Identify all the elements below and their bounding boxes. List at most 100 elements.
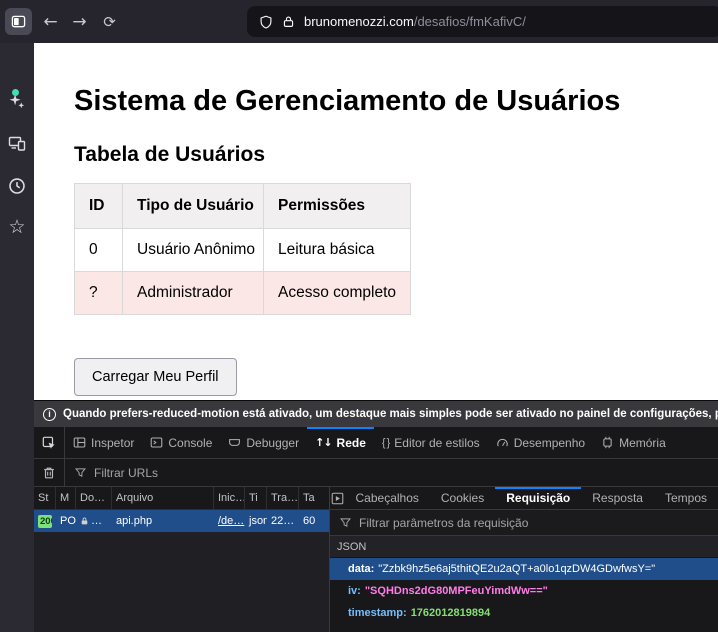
file-cell: api.php — [112, 515, 214, 527]
table-header-row: ID Tipo de Usuário Permissões — [75, 184, 411, 229]
tab-debugger[interactable]: Debugger — [220, 427, 307, 458]
ai-chatbot-button[interactable] — [0, 88, 34, 114]
funnel-icon — [339, 516, 352, 529]
pick-element-button[interactable] — [34, 427, 65, 458]
column-status[interactable]: St — [34, 487, 56, 509]
cell-id: 0 — [75, 229, 123, 272]
info-icon: i — [43, 408, 56, 421]
lock-icon[interactable] — [282, 15, 295, 28]
column-size[interactable]: Ta — [299, 487, 329, 509]
ai-sparkle-icon — [8, 92, 26, 110]
filter-urls-placeholder: Filtrar URLs — [94, 466, 158, 480]
filter-params-placeholder: Filtrar parâmetros da requisição — [359, 516, 528, 530]
tab-cabecalhos[interactable]: Cabeçalhos — [345, 487, 430, 509]
tab-label: Console — [168, 436, 212, 450]
notification-text: Quando prefers-reduced-motion está ativa… — [63, 408, 718, 420]
tab-label: Desempenho — [514, 436, 585, 450]
tab-tempos[interactable]: Tempos — [654, 487, 718, 509]
column-transferred[interactable]: Tra… — [267, 487, 299, 509]
clock-icon — [8, 177, 26, 195]
notification-dot — [12, 89, 19, 96]
tab-console[interactable]: Console — [142, 427, 220, 458]
tab-label: Rede — [337, 436, 366, 450]
domain-text: … — [91, 515, 102, 527]
url-path: /desafios/fmKafivC/ — [414, 14, 526, 29]
network-arrows-icon: ↑↓ — [315, 436, 331, 449]
browser-toolbar: ← → ⟳ brunomenozzi.com/desafios/fmKafivC… — [0, 0, 718, 43]
synced-tabs-button[interactable] — [0, 130, 34, 156]
tab-requisicao[interactable]: Requisição — [495, 487, 581, 509]
table-row-highlighted: ? Administrador Acesso completo — [75, 272, 411, 315]
network-toolbar: Filtrar URLs — [34, 459, 718, 487]
tab-resposta[interactable]: Resposta — [581, 487, 654, 509]
json-section-header[interactable]: JSON — [330, 536, 718, 558]
filter-request-params-input[interactable]: Filtrar parâmetros da requisição — [330, 510, 718, 536]
braces-icon: { } — [382, 437, 389, 449]
header-tipo: Tipo de Usuário — [123, 184, 264, 229]
shield-icon[interactable] — [259, 15, 273, 29]
param-key: timestamp: — [348, 607, 407, 619]
request-list-columns: St M Do… Arquivo Inic… Ti Tra… Ta — [34, 487, 329, 510]
tab-label: Memória — [619, 436, 666, 450]
sidebar-icon — [11, 14, 26, 29]
performance-analysis-button[interactable] — [330, 487, 345, 509]
url-text: brunomenozzi.com/desafios/fmKafivC/ — [304, 14, 526, 29]
tab-cookies[interactable]: Cookies — [430, 487, 495, 509]
reload-button[interactable]: ⟳ — [96, 8, 123, 35]
history-button[interactable] — [0, 173, 34, 199]
cell-tipo: Usuário Anônimo — [123, 229, 264, 272]
back-button[interactable]: ← — [37, 8, 64, 35]
type-cell: json — [245, 515, 267, 527]
initiator-cell: /de… — [214, 515, 245, 527]
page-subtitle: Tabela de Usuários — [74, 143, 265, 167]
tab-editor-de-estilos[interactable]: { } Editor de estilos — [374, 427, 488, 458]
request-list: St M Do… Arquivo Inic… Ti Tra… Ta 200 PO… — [34, 487, 330, 632]
initiator-link[interactable]: /de… — [218, 515, 244, 527]
play-box-icon — [331, 492, 344, 505]
request-row-selected[interactable]: 200 POST … api.php /de… json 22… 60 — [34, 510, 329, 532]
request-details-panel: Cabeçalhos Cookies Requisição Resposta T… — [330, 487, 718, 632]
column-initiator[interactable]: Inic… — [214, 487, 245, 509]
details-tabs: Cabeçalhos Cookies Requisição Resposta T… — [330, 487, 718, 510]
firefox-sidebar-rail: ☆ — [0, 43, 34, 632]
status-cell: 200 — [34, 515, 56, 528]
method-cell: POST — [56, 515, 76, 527]
url-bar[interactable]: brunomenozzi.com/desafios/fmKafivC/ — [247, 6, 718, 37]
param-row-timestamp[interactable]: timestamp: 1762012819894 — [330, 602, 718, 624]
column-domain[interactable]: Do… — [76, 487, 112, 509]
tab-desempenho[interactable]: Desempenho — [488, 427, 593, 458]
sidebar-toggle-button[interactable] — [5, 8, 32, 35]
param-value: 1762012819894 — [411, 607, 491, 619]
tab-rede[interactable]: ↑↓ Rede — [307, 427, 374, 458]
param-row-iv[interactable]: iv: "SQHDns2dG80MPFeuYimdWw==" — [330, 580, 718, 602]
tab-memoria[interactable]: Memória — [593, 427, 674, 458]
forward-button[interactable]: → — [66, 8, 93, 35]
star-icon: ☆ — [8, 216, 25, 238]
tab-label: Editor de estilos — [394, 436, 479, 450]
funnel-icon — [74, 466, 87, 479]
cell-id: ? — [75, 272, 123, 315]
header-permissoes: Permissões — [264, 184, 411, 229]
network-main-area: St M Do… Arquivo Inic… Ti Tra… Ta 200 PO… — [34, 487, 718, 632]
status-badge: 200 — [38, 515, 52, 528]
column-method[interactable]: M — [56, 487, 76, 509]
bookmarks-button[interactable]: ☆ — [0, 214, 34, 240]
page-title: Sistema de Gerenciamento de Usuários — [74, 85, 620, 118]
column-type[interactable]: Ti — [245, 487, 267, 509]
memory-chip-icon — [601, 436, 614, 449]
console-icon — [150, 436, 163, 449]
param-key: data: — [348, 563, 374, 575]
clear-requests-button[interactable] — [34, 459, 65, 486]
tab-inspetor[interactable]: Inspetor — [65, 427, 142, 458]
column-file[interactable]: Arquivo — [112, 487, 214, 509]
param-row-data[interactable]: data: "Zzbk9hz5e6aj5thitQE2u2aQT+a0lo1qz… — [330, 558, 718, 580]
tab-label: Debugger — [246, 436, 299, 450]
trash-icon — [42, 466, 56, 480]
devices-icon — [8, 134, 26, 152]
load-profile-button[interactable]: Carregar Meu Perfil — [74, 358, 237, 396]
filter-urls-input[interactable]: Filtrar URLs — [65, 459, 718, 486]
transferred-cell: 22… — [267, 515, 299, 527]
debugger-icon — [228, 436, 241, 449]
web-page-content: Sistema de Gerenciamento de Usuários Tab… — [34, 43, 718, 400]
users-table: ID Tipo de Usuário Permissões 0 Usuário … — [74, 183, 411, 315]
